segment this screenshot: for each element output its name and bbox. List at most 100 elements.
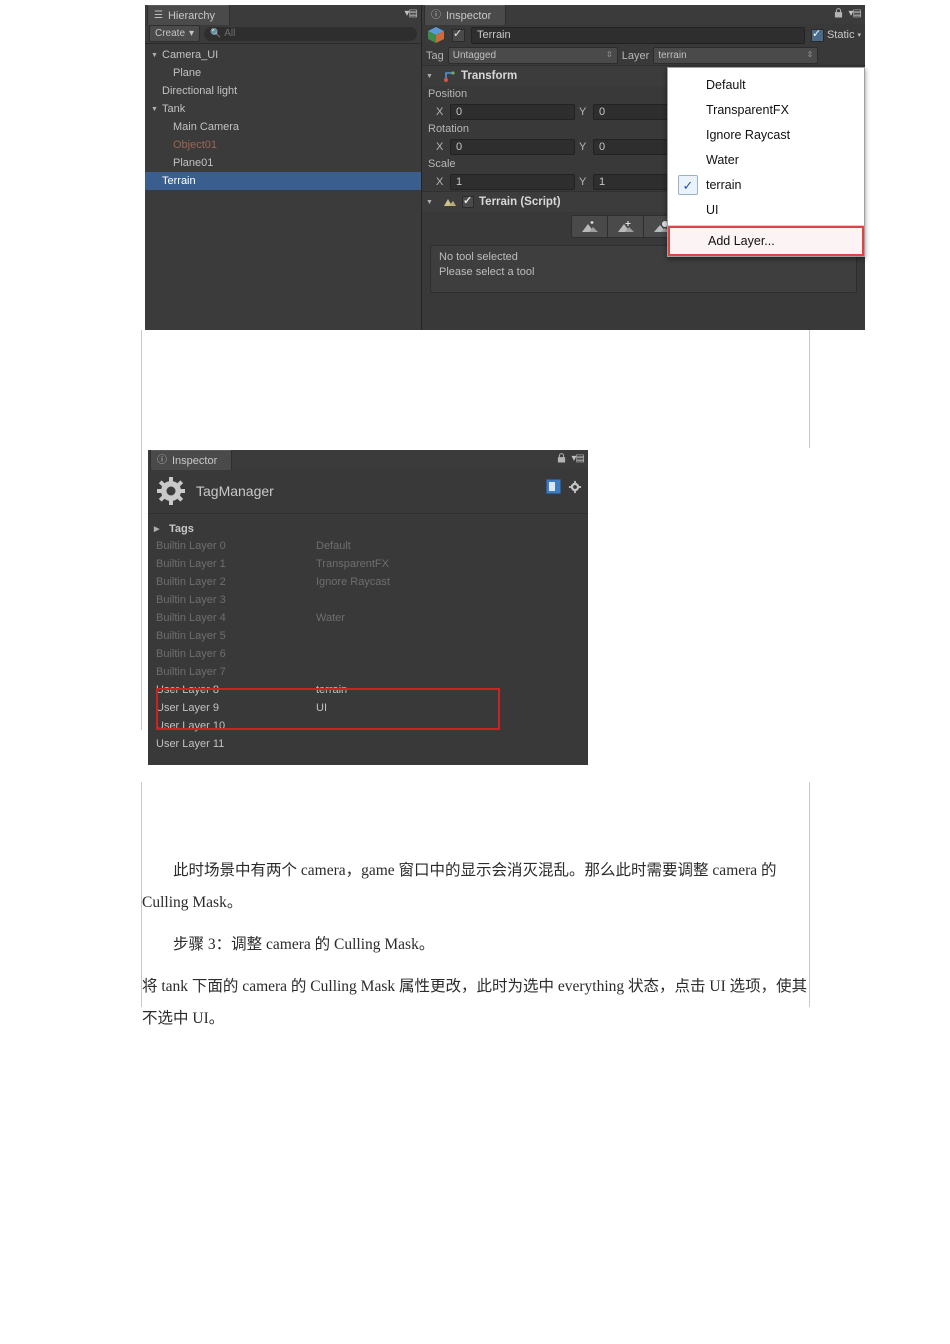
search-icon: 🔍 [210,28,222,38]
tag-dropdown[interactable]: Untagged ⇳ [447,47,618,64]
layer-row-builtin-0: Builtin Layer 0 Default [148,537,588,555]
tag-value: Untagged [452,50,497,61]
tab-hierarchy[interactable]: ☰ Hierarchy [147,5,231,25]
layer-option-label: terrain [706,177,742,192]
tab-inspector[interactable]: ⓘ Inspector [424,5,507,25]
raise-lower-terrain-icon[interactable] [571,215,608,238]
hierarchy-search-input[interactable]: 🔍 All [204,26,417,41]
tagmanager-tabbar: ⓘ Inspector ▾▤ [148,450,588,470]
layer-row-name: User Layer 8 [156,684,219,696]
chevron-updown-icon: ⇳ [606,50,613,59]
chevron-down-icon[interactable]: ▼ [426,199,438,206]
layer-row-user-11[interactable]: User Layer 11 [148,735,588,753]
hierarchy-item-main-camera[interactable]: Main Camera [145,118,421,136]
chevron-down-icon: ▾ [189,28,195,39]
layer-row-user-10[interactable]: User Layer 10 [148,717,588,735]
hierarchy-item-label: Plane01 [173,157,214,169]
chevron-down-icon[interactable]: ▾ [857,31,861,39]
position-x-label: X [436,106,444,118]
object-enabled-checkbox[interactable] [452,27,465,42]
layer-row-value[interactable]: terrain [316,684,588,696]
rotation-x-input[interactable]: 0 [450,139,575,155]
layer-option-ignore-raycast[interactable]: Ignore Raycast [668,122,864,147]
inspector-tabbar: ⓘ Inspector ▾▤ [422,5,865,25]
layer-option-label: UI [706,202,719,217]
create-button-label: Create [155,28,186,39]
gear-icon [157,477,185,505]
preset-icon[interactable] [546,479,561,494]
static-checkbox[interactable] [810,27,824,42]
lock-icon[interactable] [557,453,566,463]
layer-row-builtin-1: Builtin Layer 1 TransparentFX [148,555,588,573]
hierarchy-item-plane[interactable]: Plane [145,64,421,82]
transform-title: Transform [461,70,518,82]
terrain-enabled-checkbox[interactable] [462,194,474,208]
layer-option-default[interactable]: Default [668,72,864,97]
add-layer-label: Add Layer... [708,234,775,248]
layer-label: Layer [621,49,650,62]
layer-row-name: User Layer 11 [156,738,225,750]
layer-row-builtin-3: Builtin Layer 3 [148,591,588,609]
layer-row-value: Ignore Raycast [316,576,390,588]
paragraph-2: 步骤 3：调整 camera 的 Culling Mask。 [173,936,435,953]
object-name-field[interactable]: Terrain [471,26,805,44]
info-icon: ⓘ [157,454,167,466]
scale-x-input[interactable]: 1 [450,174,575,190]
hierarchy-icon: ☰ [154,9,163,21]
layer-option-label: Water [706,152,739,167]
hierarchy-item-label: Terrain [162,175,196,187]
tagmanager-panel-menu-icon[interactable]: ▾▤ [572,454,586,464]
layer-row-user-9[interactable]: User Layer 9 UI [148,699,588,717]
hierarchy-item-terrain[interactable]: Terrain [145,172,421,190]
hierarchy-item-label: Camera_UI [162,49,219,61]
hierarchy-item-tank[interactable]: ▼ Tank [145,100,421,118]
paint-height-icon[interactable] [608,215,644,238]
layer-row-value[interactable]: UI [316,702,588,714]
layer-option-ui[interactable]: UI [668,197,864,222]
gear-icon[interactable] [568,480,582,494]
tab-inspector-label: Inspector [172,454,218,467]
layer-row-builtin-6: Builtin Layer 6 [148,645,588,663]
hierarchy-item-label: Main Camera [173,121,240,133]
layer-row-name: Builtin Layer 3 [156,594,226,606]
unity-editor-screenshot-top: ☰ Hierarchy ▾▤ Create ▾ 🔍 All ▼ Camera_U… [145,5,865,330]
chevron-down-icon[interactable]: ▼ [151,52,162,59]
inspector-panel-menu-icon[interactable]: ▾▤ [849,9,863,19]
chevron-right-icon[interactable]: ▶ [154,525,164,533]
layer-option-label: Ignore Raycast [706,127,791,142]
tab-inspector-tagmanager[interactable]: ⓘ Inspector [150,450,233,470]
static-toggle[interactable]: Static ▾ [810,27,861,42]
hierarchy-item-camera-ui[interactable]: ▼ Camera_UI [145,46,421,64]
hierarchy-panel-menu-icon[interactable]: ▾▤ [405,9,419,19]
layer-option-transparentfx[interactable]: TransparentFX [668,97,864,122]
layer-option-terrain[interactable]: ✓ terrain [668,172,864,197]
create-button[interactable]: Create ▾ [149,25,201,42]
unity-tagmanager-screenshot: ⓘ Inspector ▾▤ TagManager ▶ Tags Builtin… [148,450,588,765]
object-header-row: Terrain Static ▾ [422,24,865,46]
layer-row-name: Builtin Layer 2 [156,576,226,588]
scale-x-value: 1 [456,176,463,188]
layer-option-water[interactable]: Water [668,147,864,172]
layer-row-builtin-4: Builtin Layer 4 Water [148,609,588,627]
layer-row-name: Builtin Layer 4 [156,612,226,624]
chevron-down-icon[interactable]: ▼ [426,73,438,80]
position-x-input[interactable]: 0 [450,104,575,120]
chevron-down-icon[interactable]: ▼ [151,106,162,113]
lock-icon[interactable] [834,8,843,18]
rotation-y-label: Y [579,141,587,153]
hierarchy-item-plane01[interactable]: Plane01 [145,154,421,172]
add-layer-menu-item[interactable]: Add Layer... [668,226,864,256]
hierarchy-item-label: Plane [173,67,202,79]
info-icon: ⓘ [431,9,441,21]
layer-row-user-8[interactable]: User Layer 8 terrain [148,681,588,699]
hierarchy-item-directional-light[interactable]: Directional light [145,82,421,100]
layer-dropdown-button[interactable]: terrain ⇳ [653,47,819,64]
layer-option-label: TransparentFX [706,102,789,117]
hierarchy-item-object01[interactable]: Object01 [145,136,421,154]
paragraph-1: 此时场景中有两个 camera，game 窗口中的显示会消灭混乱。那么此时需要调… [142,862,777,911]
tags-section-header[interactable]: ▶ Tags [148,520,588,537]
rotation-y-value: 0 [599,141,606,153]
paragraph-3: 将 tank 下面的 camera 的 Culling Mask 属性更改，此时… [142,978,808,1027]
hierarchy-tabbar: ☰ Hierarchy ▾▤ [145,5,421,25]
layer-row-name: Builtin Layer 1 [156,558,226,570]
